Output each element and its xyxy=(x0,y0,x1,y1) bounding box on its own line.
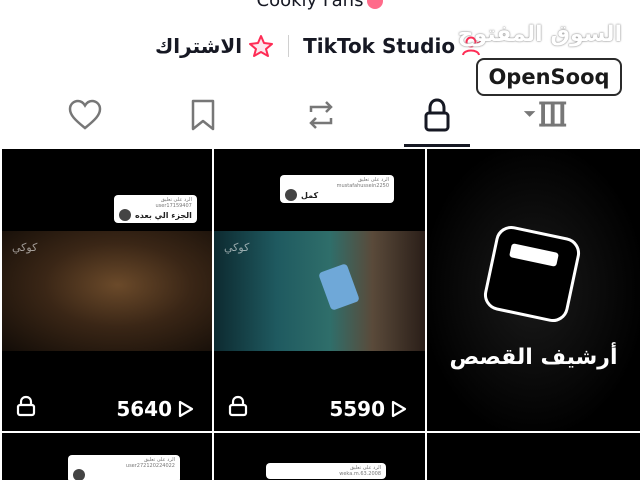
tab-private[interactable] xyxy=(412,92,462,138)
profile-tabs xyxy=(0,92,640,148)
view-count-value: 5590 xyxy=(329,397,385,421)
tiktok-studio-label: TikTok Studio xyxy=(303,34,456,58)
lock-icon xyxy=(424,98,450,132)
archive-card-icon xyxy=(480,222,584,326)
star-badge-icon xyxy=(249,35,274,57)
video-tile[interactable]: الرد على تعليق mustafahussein2250 كمل كو… xyxy=(214,149,425,431)
reply-sticker: الرد على تعليق user17159407 الجزء الي بع… xyxy=(114,195,197,223)
profile-followers-label: Cookly Fans xyxy=(0,0,640,11)
fans-text: Cookly Fans xyxy=(256,0,364,11)
video-tile[interactable]: الرد على تعليق user272120224022 xyxy=(2,433,212,480)
private-lock-icon xyxy=(16,395,36,421)
emoji-icon xyxy=(367,0,384,9)
view-count: 5590 xyxy=(329,397,407,421)
repost-icon xyxy=(309,101,333,129)
video-tile[interactable] xyxy=(427,433,640,480)
video-watermark: كوكي xyxy=(224,241,250,254)
avatar xyxy=(119,209,131,221)
video-tile[interactable]: الرد على تعليق weka.m.63.2008 xyxy=(214,433,425,480)
tab-favorites[interactable] xyxy=(178,92,228,138)
reply-sticker: الرد على تعليق user272120224022 xyxy=(68,455,180,480)
video-watermark: كوكي xyxy=(12,241,38,254)
play-icon xyxy=(178,400,194,418)
reply-sticker: الرد على تعليق mustafahussein2250 كمل xyxy=(280,175,394,203)
subscribe-button[interactable]: الاشتراك xyxy=(155,34,274,58)
divider xyxy=(288,35,290,57)
view-count-value: 5640 xyxy=(116,397,172,421)
bookmark-icon xyxy=(191,99,215,131)
tab-sort-menu[interactable] xyxy=(520,92,570,138)
tab-reposts[interactable] xyxy=(296,92,346,138)
view-count: 5640 xyxy=(116,397,194,421)
tab-liked[interactable] xyxy=(60,92,110,138)
video-grid: الرد على تعليق user17159407 الجزء الي بع… xyxy=(0,149,640,480)
subscribe-label: الاشتراك xyxy=(154,34,243,58)
avatar xyxy=(285,189,297,201)
archive-label: أرشيف القصص xyxy=(449,345,618,370)
watermark-arabic: السوق المفتوح xyxy=(457,22,622,47)
story-archive-tile[interactable]: أرشيف القصص xyxy=(427,149,640,431)
heart-icon xyxy=(68,99,102,130)
grid-sort-icon xyxy=(523,101,567,127)
avatar xyxy=(73,469,85,480)
private-lock-icon xyxy=(228,395,248,421)
video-tile[interactable]: الرد على تعليق user17159407 الجزء الي بع… xyxy=(2,149,212,431)
reply-sticker: الرد على تعليق weka.m.63.2008 xyxy=(266,463,386,479)
play-icon xyxy=(391,400,407,418)
watermark-brand: OpenSooq xyxy=(476,58,622,96)
active-tab-indicator xyxy=(404,144,470,147)
